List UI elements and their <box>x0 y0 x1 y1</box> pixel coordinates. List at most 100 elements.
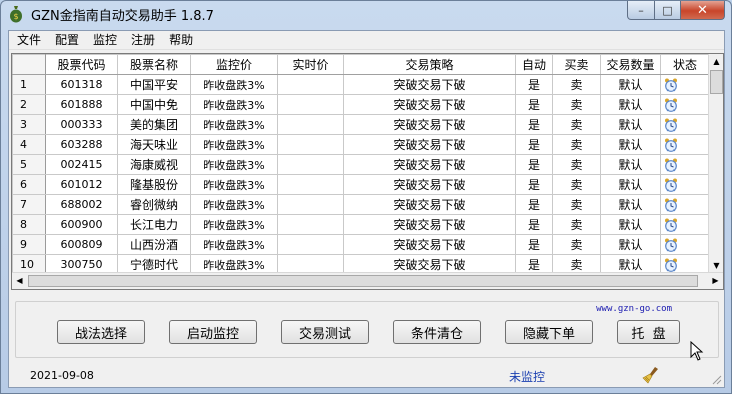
row-number: 1 <box>12 74 46 95</box>
menu-register[interactable]: 注册 <box>124 31 162 50</box>
close-button[interactable]: ✕ <box>681 1 725 20</box>
horizontal-scrollbar[interactable]: ◀ ▶ <box>12 272 723 289</box>
title-bar[interactable]: $ GZN金指南自动交易助手 1.8.7 – □ ✕ <box>1 1 731 27</box>
strategy-cell: 突破交易下破 <box>343 74 516 95</box>
trade-test-button[interactable]: 交易测试 <box>281 320 369 344</box>
hidden-order-button[interactable]: 隐藏下单 <box>505 320 593 344</box>
quantity-cell: 默认 <box>600 194 661 215</box>
maximize-button[interactable]: □ <box>655 1 681 20</box>
stock-code-cell: 601012 <box>45 174 118 195</box>
realtime-price-cell <box>277 154 344 175</box>
side-cell: 卖 <box>552 134 601 155</box>
broom-icon <box>642 367 658 384</box>
client-area: 文件 配置 监控 注册 帮助 股票代码 股票名称 监控价 实时价 交易策略 自动 买卖 交易数… <box>8 30 725 388</box>
scroll-up-icon[interactable]: ▲ <box>709 54 724 69</box>
column-header[interactable]: 买卖 <box>552 54 601 75</box>
table-row[interactable]: 2 601888 中国中免 昨收盘跌3% 突破交易下破是卖默认 <box>12 94 710 115</box>
auto-cell: 是 <box>515 114 553 135</box>
website-link[interactable]: www.gzn-go.com <box>596 304 672 314</box>
stock-grid[interactable]: 股票代码 股票名称 监控价 实时价 交易策略 自动 买卖 交易数量 状态 1 601318 中国平安… <box>11 53 724 290</box>
menu-help[interactable]: 帮助 <box>162 31 200 50</box>
maximize-icon: □ <box>662 3 673 17</box>
scroll-right-icon[interactable]: ▶ <box>708 273 723 289</box>
stock-name-cell: 睿创微纳 <box>117 194 191 215</box>
stock-name-cell: 中国中免 <box>117 94 191 115</box>
table-row[interactable]: 7 688002 睿创微纳 昨收盘跌3% 突破交易下破是卖默认 <box>12 194 710 215</box>
window-title: GZN金指南自动交易助手 1.8.7 <box>31 9 214 24</box>
table-row[interactable]: 6 601012 隆基股份 昨收盘跌3% 突破交易下破是卖默认 <box>12 174 710 195</box>
side-cell: 卖 <box>552 234 601 255</box>
menu-monitor[interactable]: 监控 <box>86 31 124 50</box>
strategy-cell: 突破交易下破 <box>343 154 516 175</box>
strategy-cell: 突破交易下破 <box>343 214 516 235</box>
conditional-clear-button[interactable]: 条件清仓 <box>393 320 481 344</box>
alarm-clock-icon <box>665 258 677 272</box>
auto-cell: 是 <box>515 194 553 215</box>
stock-code-cell: 601888 <box>45 94 118 115</box>
quantity-cell: 默认 <box>600 174 661 195</box>
status-cell <box>660 174 710 195</box>
auto-cell: 是 <box>515 134 553 155</box>
column-header[interactable]: 监控价 <box>190 54 278 75</box>
table-row[interactable]: 8 600900 长江电力 昨收盘跌3% 突破交易下破是卖默认 <box>12 214 710 235</box>
auto-cell: 是 <box>515 234 553 255</box>
start-monitor-button[interactable]: 启动监控 <box>169 320 257 344</box>
scroll-down-icon[interactable]: ▼ <box>709 258 724 273</box>
table-row[interactable]: 5 002415 海康威视 昨收盘跌3% 突破交易下破是卖默认 <box>12 154 710 175</box>
auto-cell: 是 <box>515 174 553 195</box>
row-number: 7 <box>12 194 46 215</box>
quantity-cell: 默认 <box>600 114 661 135</box>
table-row[interactable]: 3 000333 美的集团 昨收盘跌3% 突破交易下破是卖默认 <box>12 114 710 135</box>
column-header[interactable]: 交易策略 <box>343 54 516 75</box>
tray-button[interactable]: 托 盘 <box>617 320 680 344</box>
auto-cell: 是 <box>515 74 553 95</box>
column-header[interactable]: 状态 <box>660 54 710 75</box>
status-date: 2021-09-08 <box>30 369 94 382</box>
table-row[interactable]: 9 600809 山西汾酒 昨收盘跌3% 突破交易下破是卖默认 <box>12 234 710 255</box>
column-header[interactable]: 交易数量 <box>600 54 661 75</box>
status-cell <box>660 234 710 255</box>
horizontal-scroll-thumb[interactable] <box>28 275 698 287</box>
row-number: 5 <box>12 154 46 175</box>
resize-grip-icon[interactable] <box>710 373 722 385</box>
side-cell: 卖 <box>552 94 601 115</box>
table-row[interactable]: 1 601318 中国平安 昨收盘跌3% 突破交易下破是卖默认 <box>12 74 710 95</box>
realtime-price-cell <box>277 174 344 195</box>
scroll-left-icon[interactable]: ◀ <box>12 273 27 289</box>
realtime-price-cell <box>277 214 344 235</box>
monitor-price-cell: 昨收盘跌3% <box>190 154 278 175</box>
minimize-button[interactable]: – <box>627 1 655 20</box>
menu-config[interactable]: 配置 <box>48 31 86 50</box>
quantity-cell: 默认 <box>600 234 661 255</box>
monitor-price-cell: 昨收盘跌3% <box>190 214 278 235</box>
stock-code-cell: 600809 <box>45 234 118 255</box>
monitor-price-cell: 昨收盘跌3% <box>190 114 278 135</box>
quantity-cell: 默认 <box>600 134 661 155</box>
row-number: 9 <box>12 234 46 255</box>
alarm-clock-icon <box>665 138 677 152</box>
column-header[interactable]: 股票名称 <box>117 54 191 75</box>
action-panel: www.gzn-go.com 战法选择 启动监控 交易测试 条件清仓 隐藏下单 … <box>15 301 719 358</box>
stock-name-cell: 美的集团 <box>117 114 191 135</box>
monitor-status: 未监控 <box>509 370 546 384</box>
corner-header[interactable] <box>12 54 46 75</box>
status-cell <box>660 94 710 115</box>
monitor-price-cell: 昨收盘跌3% <box>190 134 278 155</box>
column-header[interactable]: 自动 <box>515 54 553 75</box>
strategy-select-button[interactable]: 战法选择 <box>57 320 145 344</box>
strategy-cell: 突破交易下破 <box>343 234 516 255</box>
menu-file[interactable]: 文件 <box>9 31 48 50</box>
stock-code-cell: 601318 <box>45 74 118 95</box>
column-header[interactable]: 实时价 <box>277 54 344 75</box>
column-header[interactable]: 股票代码 <box>45 54 118 75</box>
vertical-scroll-thumb[interactable] <box>710 70 723 94</box>
money-bag-icon: $ <box>10 6 22 23</box>
stock-code-cell: 000333 <box>45 114 118 135</box>
stock-name-cell: 海天味业 <box>117 134 191 155</box>
table-row[interactable]: 4 603288 海天味业 昨收盘跌3% 突破交易下破是卖默认 <box>12 134 710 155</box>
status-bar: 2021-09-08 未监控 <box>9 365 724 387</box>
side-cell: 卖 <box>552 214 601 235</box>
vertical-scrollbar[interactable]: ▲ ▼ <box>708 54 723 273</box>
mouse-cursor-icon <box>690 341 704 361</box>
monitor-price-cell: 昨收盘跌3% <box>190 174 278 195</box>
